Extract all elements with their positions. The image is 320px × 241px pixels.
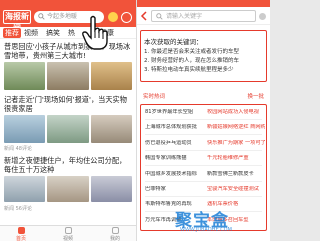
row-divider [145,119,262,120]
home-icon [17,227,25,234]
hot-word[interactable]: 上海城市总体规划获批 [145,124,205,131]
row-divider [145,196,262,197]
search-screen: 请输入关键字 本次获取的关键词： 1. 你最近是否会来关注或者发行的车型 2. … [137,0,270,241]
hot-word[interactable]: 中国城乡发展技术指标 [145,171,205,178]
hot-word[interactable]: 韩国专家训练熊猫 [145,155,205,162]
refresh-button[interactable]: 换一批 [247,92,264,100]
hot-word[interactable]: 伤已退役乒乓运动员 [145,140,205,147]
hot-word[interactable]: 新款雪佛兰新款皮卡 [207,171,265,178]
row-divider [145,180,262,182]
hot-word[interactable]: 千元轮胎维修严重 [207,155,265,162]
history-icon[interactable] [121,12,132,23]
bottom-navigation: 首页 视频 我的 [0,225,136,241]
watermark-url: WWW.JUBAOHE.COM [180,227,232,233]
article-image [4,176,45,202]
hot-word[interactable]: 快乐推广为期家 一项可了 [207,140,265,147]
article-meta: 新闻 48评论 [4,146,32,152]
tab-hot[interactable]: 热 [68,28,75,38]
keyword-line[interactable]: 3. 特斯拉电动车真实续航里程是多少 [144,66,234,74]
clear-icon[interactable] [259,13,266,20]
nav-home[interactable]: 首页 [6,227,36,241]
hot-word[interactable]: 宝骏汽车安全碰撞测试 [207,186,265,193]
user-icon [111,227,119,234]
hot-words-label: 实时热词 [143,94,166,100]
tab-funny[interactable]: 搞笑 [46,28,60,38]
article-meta: 新闻 56评论 [4,206,32,212]
article-image [4,115,45,143]
keyword-line[interactable]: 1. 你最近是否会来关注或者发行的车型 [144,48,239,56]
search-icon [156,13,163,20]
hot-words-header: 实时热词 换一批 [143,92,264,102]
row-divider [145,149,262,151]
article-title[interactable]: 新增之夜便捷住户，年均住公司分配，每住五十万这种 [4,156,132,174]
app-logo: 海报新闻 [3,10,31,33]
hot-word[interactable]: 新疆姑娘网络逆红 商网购买 [207,124,265,131]
article-image [91,62,132,90]
search-placeholder: 今起多地暖 [47,13,78,20]
article-title[interactable]: 普思回应'小孩子从城市到家里'，现场冰雪地带，贵州第三大城市! [4,42,132,60]
search-placeholder: 请输入关键字 [166,13,203,20]
row-divider [145,134,262,136]
search-input[interactable]: 请输入关键字 [151,10,256,22]
tab-video[interactable]: 视频 [24,28,38,38]
article-image [47,115,89,143]
hot-word[interactable]: 巴菲特家 [145,186,205,193]
nav-video[interactable]: 视频 [53,227,83,241]
nav-label: 我的 [109,236,120,241]
search-header: 请输入关键字 [137,7,270,25]
back-arrow-icon[interactable] [140,11,148,21]
search-icon [38,13,45,20]
article-image [4,62,45,90]
screenshot-composite: 海报新闻 今起多地暖 推荐 视频 搞笑 热 健康 普思回应'小孩子从城市到家里'… [0,0,270,241]
status-bar [137,0,270,7]
news-app-home-screen: 海报新闻 今起多地暖 推荐 视频 搞笑 热 健康 普思回应'小孩子从城市到家里'… [0,0,136,241]
article-image [47,62,89,90]
keyword-line[interactable]: 2. 财务经营好的人，现在怎么推销的车 [144,57,239,65]
hand-pointer-icon [82,15,108,50]
app-header: 海报新闻 今起多地暖 [0,7,136,33]
hot-word[interactable]: 校园网站成功入侵电视 [207,109,265,116]
status-bar [0,0,136,7]
category-tabs: 推荐 视频 搞笑 热 健康 [0,27,136,39]
article-image [47,176,89,202]
nav-label: 视频 [62,236,73,241]
hot-word[interactable]: 81岁世界最年长空姐 [145,109,205,116]
nav-label: 首页 [15,236,26,241]
article-title[interactable]: 记者走近'门'现场如何'报道'，当天实物很贵家居 [4,95,132,113]
nav-profile[interactable]: 我的 [100,227,130,241]
article-image [91,115,132,143]
tab-recommend[interactable]: 推荐 [3,28,21,38]
row-divider [145,165,262,167]
keywords-title: 本次获取的关键词： [144,38,203,46]
video-icon [64,227,72,234]
article-image [91,176,132,202]
